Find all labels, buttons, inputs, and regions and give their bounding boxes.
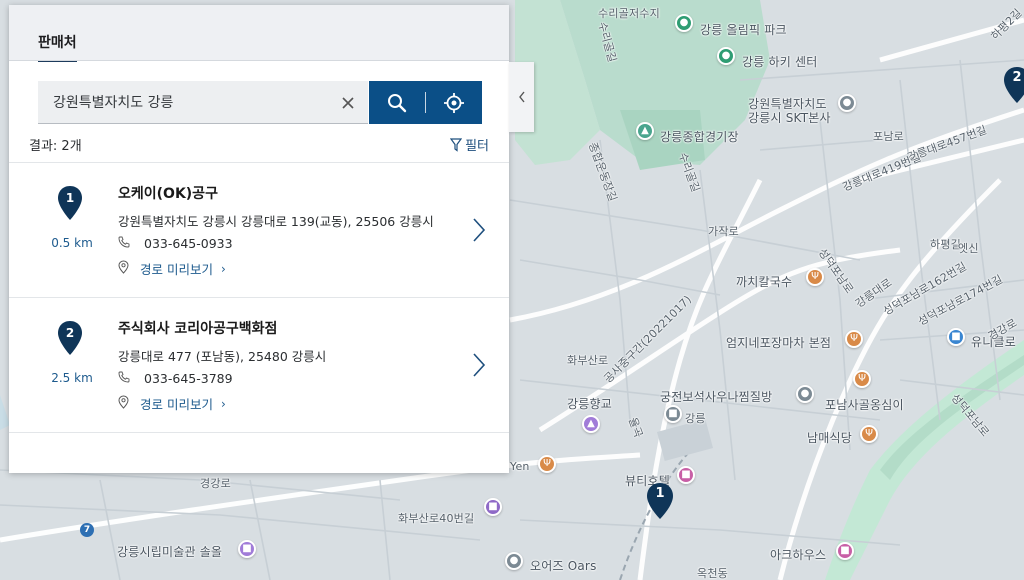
- store-distance: 0.5 km: [51, 236, 93, 250]
- map-label: 화부산로: [567, 354, 609, 367]
- map-label: 엄지네포장마차 본점: [726, 336, 832, 350]
- hotel-poi-icon[interactable]: ■: [836, 542, 854, 560]
- locate-me-button[interactable]: [426, 81, 482, 124]
- map-label: 강릉: [685, 412, 706, 425]
- restaurant-poi-icon[interactable]: Ψ: [845, 330, 863, 348]
- location-pin-icon: [118, 395, 134, 412]
- building-poi-icon[interactable]: ●: [505, 552, 523, 570]
- store-map-pin-2[interactable]: 2: [1003, 66, 1024, 104]
- museum-poi-icon[interactable]: ■: [484, 498, 502, 516]
- map-label: 하평길: [930, 238, 961, 251]
- map-label: 강릉종합경기장: [660, 130, 739, 144]
- map-label: 엣신: [958, 242, 979, 255]
- pin-number: 1: [65, 191, 75, 205]
- map-label: 경강로: [200, 477, 231, 490]
- phone-icon: [118, 236, 134, 251]
- store-detail-button[interactable]: [471, 351, 487, 379]
- divider: [9, 60, 509, 61]
- chevron-right-icon: ›: [220, 396, 226, 411]
- map-marker-icon: 2: [57, 320, 83, 356]
- map-label: 포남로: [873, 130, 904, 143]
- restaurant-poi-icon[interactable]: Ψ: [538, 455, 556, 473]
- stadium-poi-icon[interactable]: ▲: [636, 122, 654, 140]
- divider: [9, 432, 509, 433]
- pin-number: 2: [1012, 70, 1022, 85]
- map-label: 포남사골옹심이: [825, 398, 904, 412]
- store-detail-button[interactable]: [471, 216, 487, 244]
- museum-poi-icon[interactable]: ■: [238, 540, 256, 558]
- store-list-item[interactable]: 1 0.5 km 오케이(OK)공구 강원특별자치도 강릉시 강릉대로 139(…: [9, 163, 509, 297]
- chevron-right-icon: ›: [220, 261, 226, 276]
- route-preview-label: 경로 미리보기: [140, 262, 213, 277]
- chevron-right-icon: [473, 353, 486, 377]
- store-phone-row: 033-645-3789: [118, 371, 233, 386]
- store-distance: 2.5 km: [51, 371, 93, 385]
- map-label: 강릉시립미술관 솔올: [117, 545, 223, 559]
- park-poi-icon[interactable]: ●: [717, 47, 735, 65]
- route-preview-link[interactable]: 경로 미리보기 ›: [118, 259, 226, 278]
- map-label: Yen: [510, 460, 530, 473]
- search-button[interactable]: [369, 81, 425, 124]
- hotel-poi-icon[interactable]: ■: [677, 466, 695, 484]
- map-label: 강릉 하키 센터: [742, 55, 818, 69]
- chevron-right-icon: [473, 218, 486, 242]
- chevron-left-icon: [518, 91, 525, 103]
- result-count: 결과: 2개: [29, 139, 82, 154]
- map-label: 수리골저수지: [598, 7, 660, 20]
- building-poi-icon[interactable]: ●: [838, 94, 856, 112]
- tab-bar: 판매처: [9, 5, 509, 62]
- map-label: 궁전보석사우나찜질방: [660, 390, 773, 404]
- restaurant-poi-icon[interactable]: Ψ: [860, 425, 878, 443]
- store-address: 강원특별자치도 강릉시 강릉대로 139(교동), 25506 강릉시: [118, 214, 434, 229]
- building-poi-icon[interactable]: ●: [796, 385, 814, 403]
- map-label: 강릉향교: [567, 397, 612, 411]
- store-list-item[interactable]: 2 2.5 km 주식회사 코리아공구백화점 강릉대로 477 (포남동), 2…: [9, 298, 509, 432]
- map-label: 아크하우스: [770, 548, 827, 562]
- filter-button[interactable]: 필터: [450, 135, 489, 154]
- map-label: 남매식당: [807, 431, 852, 445]
- crosshair-icon: [444, 92, 464, 113]
- clear-search-button[interactable]: [338, 93, 358, 113]
- result-summary: 결과: 2개 필터: [29, 135, 489, 154]
- store-name: 오케이(OK)공구: [118, 186, 218, 202]
- search-input[interactable]: [38, 81, 368, 124]
- restaurant-poi-icon[interactable]: Ψ: [853, 370, 871, 388]
- store-map-pin-1[interactable]: 1: [646, 482, 674, 520]
- pin-number: 1: [655, 486, 665, 501]
- search-actions: [369, 81, 482, 124]
- search-icon: [388, 93, 407, 112]
- store-address: 강릉대로 477 (포남동), 25480 강릉시: [118, 349, 327, 364]
- search-bar: [38, 81, 482, 124]
- train-station-icon[interactable]: ■: [664, 405, 682, 423]
- route-preview-label: 경로 미리보기: [140, 397, 213, 412]
- store-locator-panel: 판매처 강원특별자치도 강릉 결과: 2개 필터 1 0.5 km 오케이(OK…: [9, 5, 509, 473]
- collapse-panel-button[interactable]: [509, 62, 534, 132]
- store-phone[interactable]: 033-645-3789: [144, 371, 233, 386]
- pin-number: 2: [65, 326, 75, 340]
- map-marker-icon: 1: [57, 185, 83, 221]
- map-label: 화부산로40번길: [398, 512, 475, 525]
- map-label: 강릉시 SKT본사: [748, 111, 831, 125]
- store-phone-row: 033-645-0933: [118, 236, 233, 251]
- map-label: 가작로: [708, 225, 739, 238]
- funnel-icon: [450, 137, 463, 152]
- location-pin-icon: [118, 260, 134, 277]
- map-label: 오어즈 Oars: [530, 559, 597, 573]
- close-icon: [342, 97, 354, 109]
- phone-icon: [118, 371, 134, 386]
- shopping-poi-icon[interactable]: ■: [947, 328, 965, 346]
- park-poi-icon[interactable]: ●: [675, 14, 693, 32]
- route-preview-link[interactable]: 경로 미리보기 ›: [118, 394, 226, 413]
- tab-dealers[interactable]: 판매처: [38, 32, 77, 62]
- map-label: 옥천동: [697, 567, 728, 580]
- route-shield-icon: 7: [80, 523, 94, 537]
- store-phone[interactable]: 033-645-0933: [144, 236, 233, 251]
- landmark-poi-icon[interactable]: ▲: [582, 415, 600, 433]
- filter-label: 필터: [465, 139, 489, 154]
- map-label: 까치칼국수: [736, 275, 793, 289]
- map-label: 강릉 올림픽 파크: [700, 23, 787, 37]
- restaurant-poi-icon[interactable]: Ψ: [806, 268, 824, 286]
- store-name: 주식회사 코리아공구백화점: [118, 321, 278, 337]
